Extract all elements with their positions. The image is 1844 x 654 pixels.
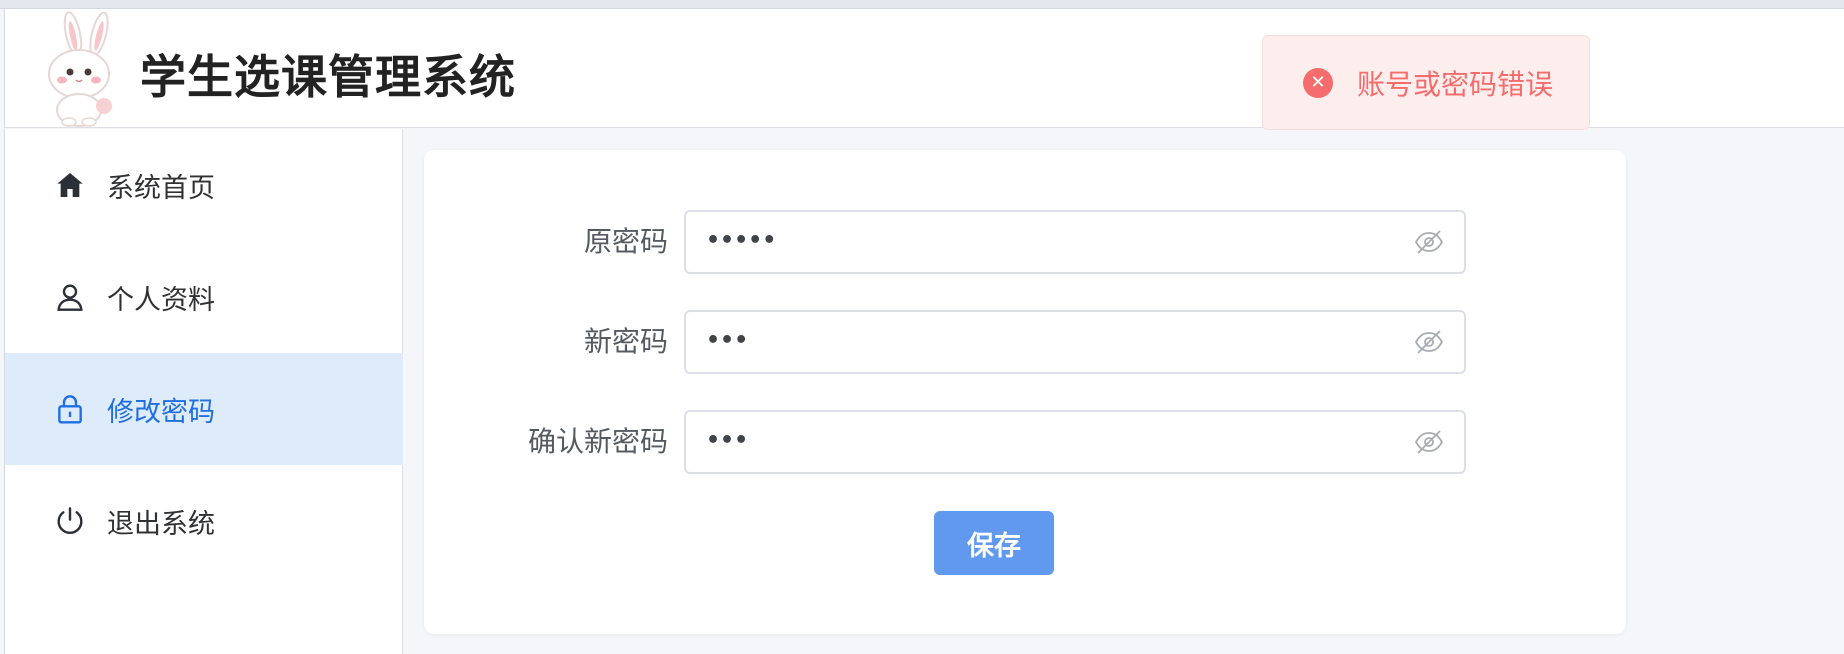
old-password-input[interactable]: ••••• — [684, 210, 1466, 274]
app-title: 学生选课管理系统 — [140, 50, 516, 104]
error-circle-icon: ✕ — [1303, 67, 1333, 98]
save-button[interactable]: 保存 — [934, 511, 1054, 575]
new-password-value: ••• — [706, 328, 749, 353]
password-form-card: 原密码 ••••• 新密码 ••• 确认新密码 ••• 保存 — [424, 150, 1626, 634]
sidebar-item-profile[interactable]: 个人资料 — [5, 241, 403, 353]
home-icon — [53, 168, 87, 202]
old-password-value: ••••• — [706, 228, 777, 253]
browser-top-strip — [0, 0, 1844, 9]
sidebar-item-change-password[interactable]: 修改密码 — [5, 353, 403, 465]
confirm-password-label: 确认新密码 — [527, 425, 668, 458]
confirm-password-input[interactable]: ••• — [684, 410, 1466, 474]
sidebar-item-logout[interactable]: 退出系统 — [5, 465, 403, 577]
sidebar-item-label: 系统首页 — [107, 172, 215, 204]
new-password-input[interactable]: ••• — [684, 310, 1466, 374]
sidebar-item-home[interactable]: 系统首页 — [5, 129, 403, 241]
power-icon — [53, 504, 87, 538]
sidebar-item-label: 退出系统 — [107, 508, 215, 540]
eye-hidden-icon[interactable] — [1414, 328, 1444, 356]
new-password-label: 新密码 — [583, 325, 668, 358]
eye-hidden-icon[interactable] — [1414, 228, 1444, 256]
error-toast: ✕ 账号或密码错误 — [1262, 35, 1590, 130]
old-password-label: 原密码 — [583, 225, 668, 258]
toast-message: 账号或密码错误 — [1357, 67, 1554, 101]
main-content: 原密码 ••••• 新密码 ••• 确认新密码 ••• 保存 — [404, 129, 1844, 654]
user-icon — [53, 280, 87, 314]
lock-icon — [53, 392, 87, 426]
sidebar-item-label: 个人资料 — [107, 284, 215, 316]
sidebar-menu: 系统首页 个人资料 修改密码 退出系统 — [4, 129, 403, 654]
old-password-row: 原密码 ••••• — [424, 210, 1626, 274]
confirm-password-row: 确认新密码 ••• — [424, 410, 1626, 474]
confirm-password-value: ••• — [706, 428, 749, 453]
sidebar-item-label: 修改密码 — [107, 396, 215, 428]
bunny-logo-icon — [41, 9, 137, 128]
new-password-row: 新密码 ••• — [424, 310, 1626, 374]
eye-hidden-icon[interactable] — [1414, 428, 1444, 456]
